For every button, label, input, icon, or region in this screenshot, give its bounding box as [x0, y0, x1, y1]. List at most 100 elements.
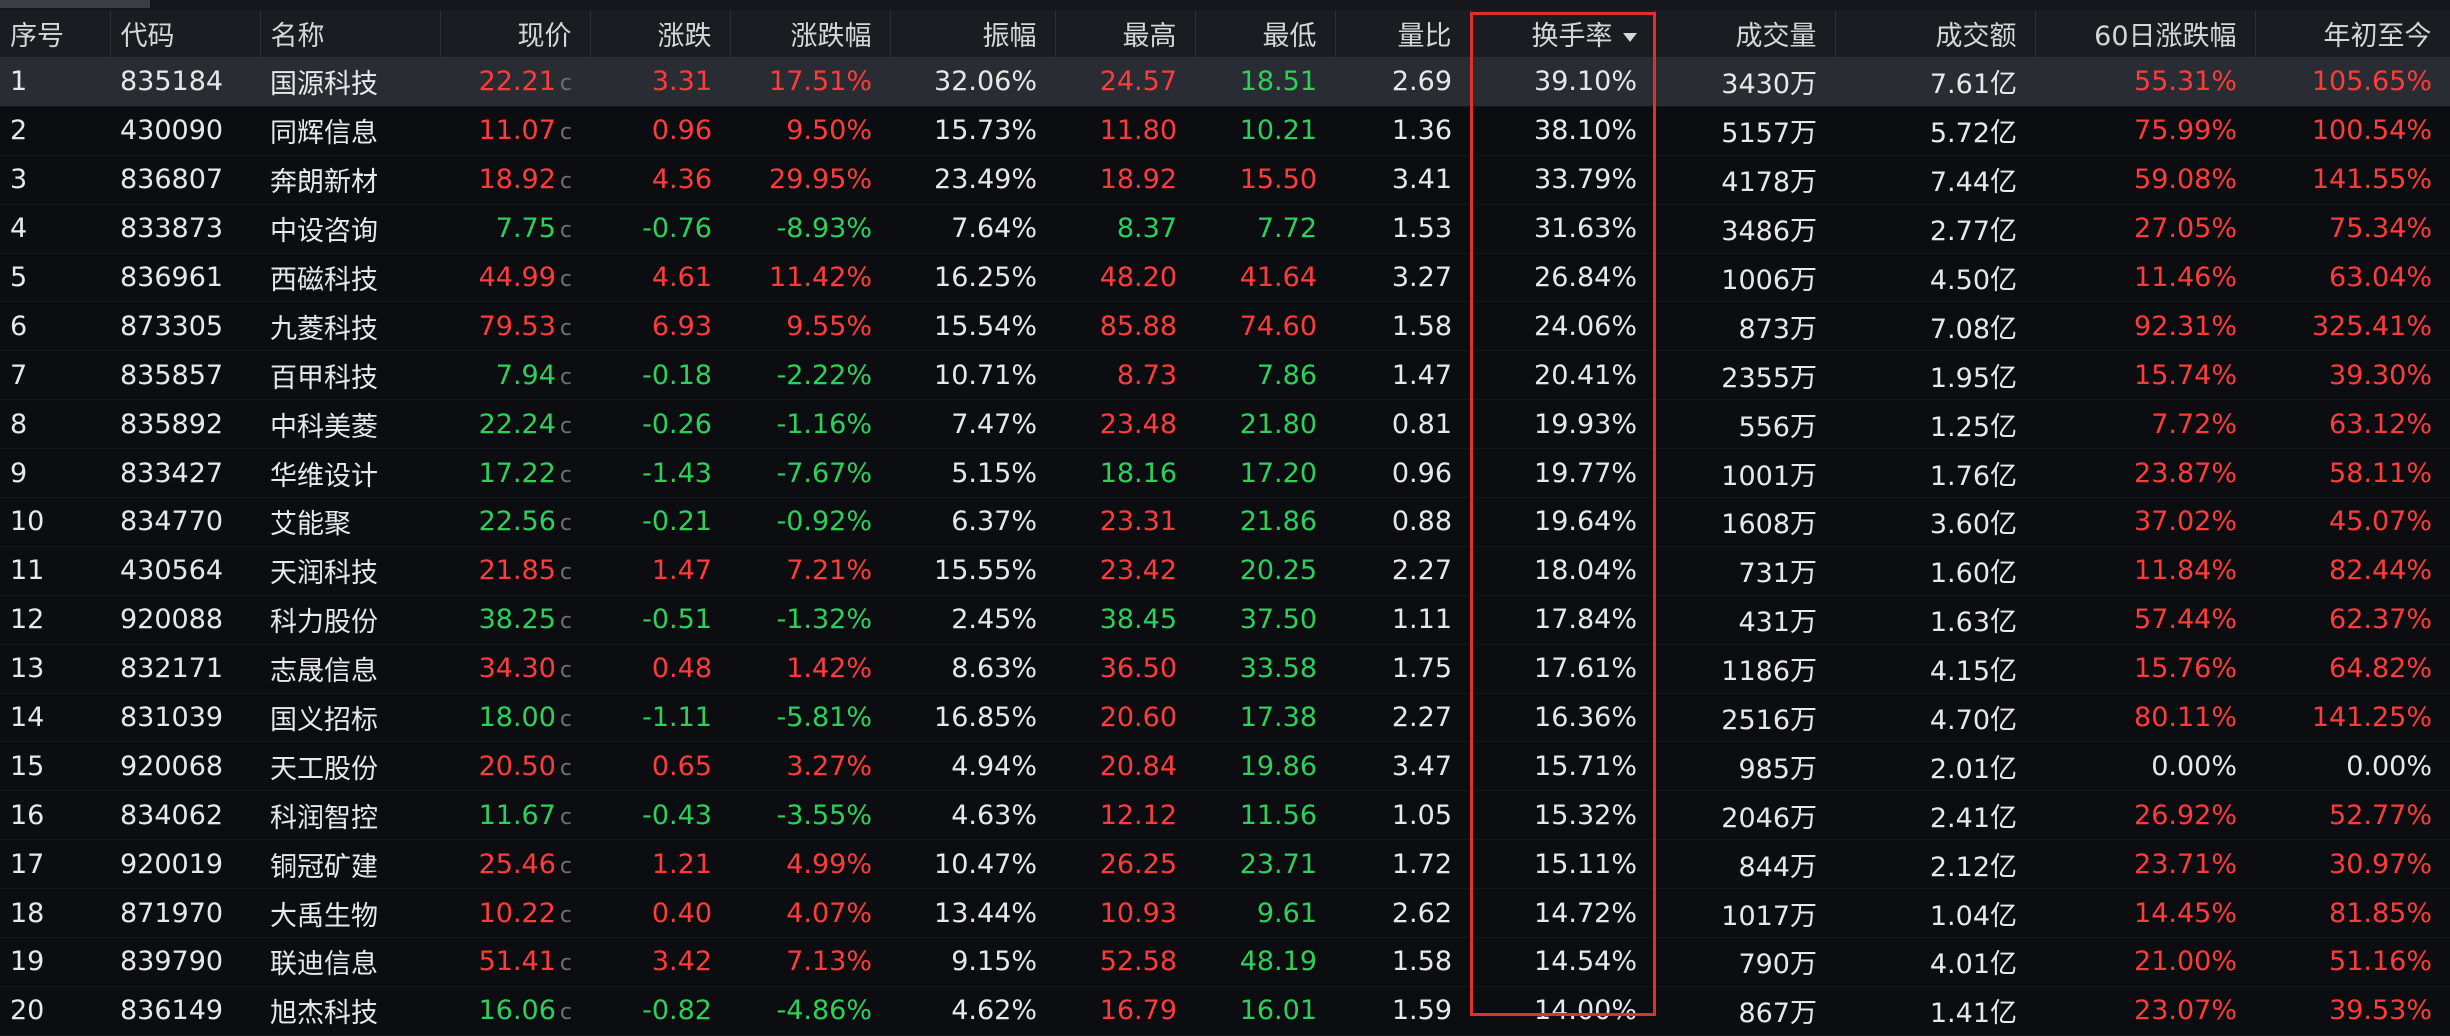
table-row[interactable]: 1 835184 国源科技 22.21 c 3.31 17.51% 32.06% 24.57 18…: [0, 57, 2450, 107]
cell-60d-change-value: 80.11%: [2134, 702, 2237, 734]
cell-code-value: 836807: [120, 164, 224, 196]
col-header-name[interactable]: 名称: [260, 10, 441, 58]
cell-60d-change-value: 23.87%: [2134, 457, 2237, 489]
cell-price-value: 16.06: [478, 995, 556, 1027]
cell-name: 艾能聚: [260, 497, 440, 547]
cell-low: 19.86: [1195, 741, 1335, 792]
cell-price: 22.21 c: [440, 57, 590, 107]
table-row[interactable]: 10 834770 艾能聚 22.56 c -0.21 -0.92% 6.37% 23.31 21…: [0, 497, 2450, 547]
cell-turnover-value: 14.00%: [1534, 995, 1637, 1027]
cell-volume-ratio: 1.36: [1335, 106, 1470, 156]
cell-volume-ratio-value: 3.47: [1391, 750, 1452, 782]
cell-name-value: 国源科技: [270, 69, 378, 101]
col-header-volume-ratio[interactable]: 量比: [1335, 10, 1471, 58]
top-tab-active[interactable]: [0, 0, 150, 8]
cell-turnover-value: 15.32%: [1534, 799, 1637, 831]
col-header-ytd[interactable]: 年初至今: [2255, 10, 2450, 58]
table-row[interactable]: 7 835857 百甲科技 7.94 c -0.18 -2.22% 10.71% 8.73 7.8…: [0, 350, 2450, 401]
cell-amount-value: 1.41亿: [1929, 998, 2017, 1030]
table-row[interactable]: 5 836961 西磁科技 44.99 c 4.61 11.42% 16.25% 48.20 41…: [0, 253, 2450, 303]
cell-turnover: 24.06%: [1470, 301, 1655, 352]
cell-change: -0.82: [590, 986, 730, 1036]
cell-low: 37.50: [1195, 595, 1335, 645]
cell-index: 17: [0, 839, 110, 890]
col-header-price[interactable]: 现价: [440, 10, 591, 58]
table-row[interactable]: 13 832171 志晟信息 34.30 c 0.48 1.42% 8.63% 36.50 33.…: [0, 644, 2450, 694]
cell-60d-change-value: 26.92%: [2134, 799, 2237, 831]
table-row[interactable]: 15 920068 天工股份 20.50 c 0.65 3.27% 4.94% 20.84 19.…: [0, 741, 2450, 792]
cell-low: 7.86: [1195, 350, 1335, 401]
cell-change-value: -0.51: [642, 604, 712, 636]
table-row[interactable]: 16 834062 科润智控 11.67 c -0.43 -3.55% 4.63% 12.12 1…: [0, 790, 2450, 841]
table-row[interactable]: 9 833427 华维设计 17.22 c -1.43 -7.67% 5.15% 18.16 17…: [0, 448, 2450, 499]
cell-price-value: 20.50: [478, 750, 556, 782]
cell-change: -0.18: [590, 350, 730, 401]
table-row[interactable]: 20 836149 旭杰科技 16.06 c -0.82 -4.86% 4.62% 16.79 1…: [0, 986, 2450, 1036]
col-header-code[interactable]: 代码: [110, 10, 261, 58]
cell-ytd-value: 75.34%: [2329, 213, 2432, 245]
col-header-amount[interactable]: 成交额: [1835, 10, 2036, 58]
col-header-turnover[interactable]: 换手率: [1470, 10, 1656, 58]
cell-code-value: 834062: [120, 799, 224, 831]
table-row[interactable]: 6 873305 九菱科技 79.53 c 6.93 9.55% 15.54% 85.88 74.…: [0, 301, 2450, 352]
cell-amplitude-value: 23.49%: [934, 164, 1037, 196]
cell-high-value: 20.60: [1099, 702, 1177, 734]
table-row[interactable]: 12 920088 科力股份 38.25 c -0.51 -1.32% 2.45% 38.45 3…: [0, 595, 2450, 645]
cell-name-value: 科润智控: [270, 802, 378, 834]
cell-amount-value: 1.25亿: [1929, 411, 2017, 443]
cell-ytd: 39.53%: [2255, 986, 2450, 1036]
table-row[interactable]: 2 430090 同辉信息 11.07 c 0.96 9.50% 15.73% 11.80 10.…: [0, 106, 2450, 156]
cell-amplitude: 7.47%: [890, 399, 1055, 450]
cell-volume: 2046万: [1655, 790, 1835, 841]
cell-amplitude: 7.64%: [890, 204, 1055, 254]
table-row[interactable]: 8 835892 中科美菱 22.24 c -0.26 -1.16% 7.47% 23.48 21…: [0, 399, 2450, 450]
col-header-low[interactable]: 最低: [1195, 10, 1336, 58]
table-row[interactable]: 17 920019 铜冠矿建 25.46 c 1.21 4.99% 10.47% 26.25 23…: [0, 839, 2450, 890]
cell-high-value: 36.50: [1099, 653, 1177, 685]
col-header-amplitude[interactable]: 振幅: [890, 10, 1056, 58]
cell-index: 7: [0, 350, 110, 401]
table-row[interactable]: 4 833873 中设咨询 7.75 c -0.76 -8.93% 7.64% 8.37 7.72…: [0, 204, 2450, 254]
cell-change-pct-value: 7.13%: [786, 946, 872, 978]
col-header-high[interactable]: 最高: [1055, 10, 1196, 58]
col-header-60d-change[interactable]: 60日涨跌幅: [2035, 10, 2256, 58]
cell-amount: 7.61亿: [1835, 57, 2035, 107]
cell-ytd: 52.77%: [2255, 790, 2450, 841]
col-header-change-pct[interactable]: 涨跌幅: [730, 10, 891, 58]
cell-amount-value: 1.76亿: [1929, 460, 2017, 492]
cell-volume-ratio: 2.62: [1335, 888, 1470, 939]
cell-price-value: 11.67: [478, 799, 556, 831]
cell-change-pct: 11.42%: [730, 253, 890, 303]
cell-code-value: 920088: [120, 604, 224, 636]
cell-price-value: 79.53: [478, 310, 556, 342]
cell-turnover: 19.93%: [1470, 399, 1655, 450]
cell-volume-ratio: 0.96: [1335, 448, 1470, 499]
cell-name: 中科美菱: [260, 399, 440, 450]
cell-turnover: 14.00%: [1470, 986, 1655, 1036]
cell-name: 奔朗新材: [260, 155, 440, 205]
table-row[interactable]: 19 839790 联迪信息 51.41 c 3.42 7.13% 9.15% 52.58 48.…: [0, 937, 2450, 987]
cell-amplitude-value: 32.06%: [934, 66, 1037, 98]
cell-volume-value: 2355万: [1721, 362, 1817, 394]
top-tab-strip: [0, 0, 2450, 10]
table-row[interactable]: 18 871970 大禹生物 10.22 c 0.40 4.07% 13.44% 10.93 9.…: [0, 888, 2450, 939]
cell-amplitude-value: 10.71%: [934, 359, 1037, 391]
col-header-volume[interactable]: 成交量: [1655, 10, 1836, 58]
cell-change-value: 0.65: [651, 750, 712, 782]
cell-ytd-value: 81.85%: [2329, 897, 2432, 929]
table-row[interactable]: 14 831039 国义招标 18.00 c -1.11 -5.81% 16.85% 20.60…: [0, 693, 2450, 743]
cell-ytd-value: 105.65%: [2311, 66, 2432, 98]
table-body: 1 835184 国源科技 22.21 c 3.31 17.51% 32.06% 24.57 18…: [0, 57, 2450, 1036]
cell-price-value: 44.99: [478, 262, 556, 293]
col-header-change[interactable]: 涨跌: [590, 10, 731, 58]
cell-volume: 3486万: [1655, 204, 1835, 254]
col-header-index[interactable]: 序号: [0, 10, 111, 58]
table-row[interactable]: 3 836807 奔朗新材 18.92 c 4.36 29.95% 23.49% 18.92 15…: [0, 155, 2450, 205]
cell-change-value: 0.48: [651, 653, 712, 685]
cell-turnover-value: 26.84%: [1534, 262, 1637, 293]
cell-amount-value: 7.44亿: [1929, 167, 2017, 199]
table-row[interactable]: 11 430564 天润科技 21.85 c 1.47 7.21% 15.55% 23.42 20…: [0, 546, 2450, 596]
cell-volume: 790万: [1655, 937, 1835, 987]
cell-ytd-value: 51.16%: [2329, 946, 2432, 978]
cell-code: 920068: [110, 741, 260, 792]
